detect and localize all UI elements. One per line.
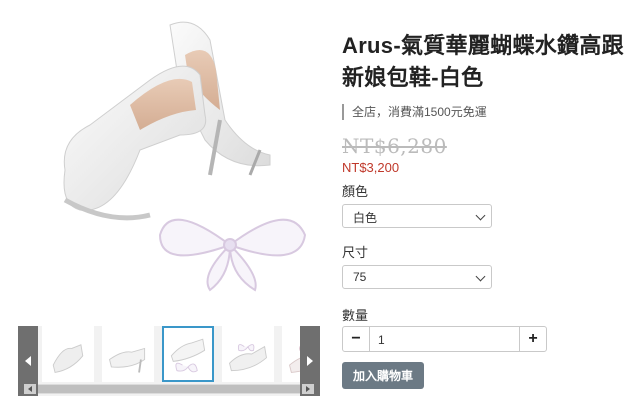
thumbnail-item[interactable] [282,326,300,382]
arrow-left-icon [25,356,31,366]
scroll-left-button[interactable] [24,384,36,394]
quantity-label: 數量 [342,308,369,323]
quantity-input[interactable]: 1 [370,326,519,352]
white-bridal-shoes-image [63,21,307,292]
original-price: NT$6,280 [342,134,447,158]
color-label: 顏色 [342,184,369,199]
shoe-thumbnail-image [289,345,300,373]
shoe-thumbnail-image [109,347,146,373]
scrollbar-thumb[interactable] [38,385,300,393]
quantity-option: 數量 − 1 + [342,305,632,352]
size-select[interactable]: 75 [342,265,492,289]
size-label: 尺寸 [342,245,369,260]
shoe-thumbnail-image [229,344,267,372]
chevron-down-icon [475,271,486,282]
chevron-down-icon [475,210,486,221]
color-select-value: 白色 [353,211,378,225]
quantity-increase-button[interactable]: + [519,326,547,352]
quantity-decrease-button[interactable]: − [342,326,370,352]
size-option: 尺寸 75 [342,242,632,289]
product-main-image [20,0,320,318]
thumbnail-item[interactable] [42,326,94,382]
sale-price: NT$3,200 [342,160,400,175]
shipping-promo: 全店，消費滿1500元免運 [342,104,632,120]
thumbnail-item[interactable] [222,326,274,382]
color-select[interactable]: 白色 [342,204,492,228]
thumbnail-carousel [18,326,320,396]
size-select-value: 75 [353,270,367,284]
shoe-thumbnail-image [170,338,206,373]
add-to-cart-button[interactable]: 加入購物車 [342,362,425,389]
arrow-right-icon [307,356,313,366]
scroll-right-button[interactable] [302,384,314,394]
thumbnail-list [38,326,300,382]
color-option: 顏色 白色 [342,181,632,228]
product-title: Arus-氣質華麗蝴蝶水鑽高跟新娘包鞋-白色 [342,33,624,90]
thumbnail-scrollbar[interactable] [38,384,300,394]
shoe-thumbnail-image [52,344,84,373]
thumbnail-item[interactable] [102,326,154,382]
scroll-right-icon [306,386,310,392]
scroll-left-icon [28,386,32,392]
quantity-stepper: − 1 + [342,326,547,352]
thumbnail-item-active[interactable] [162,326,214,382]
product-info-panel: Arus-氣質華麗蝴蝶水鑽高跟新娘包鞋-白色 全店，消費滿1500元免運 NT$… [342,30,632,389]
